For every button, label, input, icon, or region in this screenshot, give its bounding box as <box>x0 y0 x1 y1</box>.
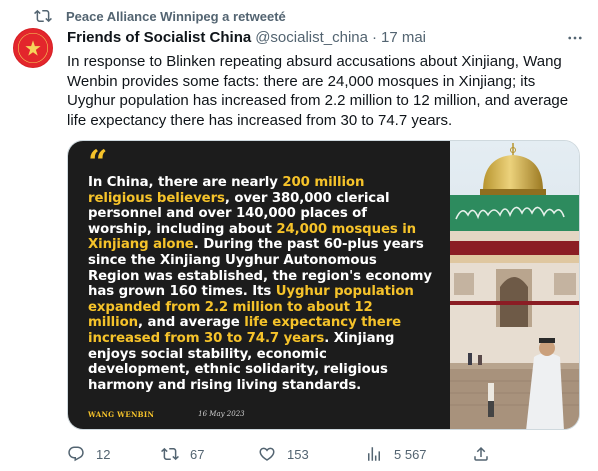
share-icon <box>474 446 488 461</box>
like-count: 153 <box>287 446 309 462</box>
retweet-icon <box>161 447 179 461</box>
retweet-indicator[interactable]: Peace Alliance Winnipeg a retweeté <box>34 7 286 25</box>
quote-card-footer: WANG WENBIN 16 May 2023 <box>88 410 245 419</box>
quote-text-segment: , and average <box>138 315 245 331</box>
quote-author: WANG WENBIN <box>88 410 155 419</box>
quote-card-text: In China, there are nearly 200 million r… <box>88 175 432 393</box>
socialist-china-logo <box>14 29 52 67</box>
quote-text-segment: In China, there are nearly <box>88 175 283 190</box>
reply-button[interactable]: 12 <box>67 445 110 463</box>
views-button[interactable]: 5 567 <box>365 445 427 463</box>
tweet-text: In response to Blinken repeating absurd … <box>67 53 569 129</box>
tweet-media[interactable]: “ In China, there are nearly 200 million… <box>67 140 580 430</box>
reply-icon <box>68 446 84 462</box>
retweet-count: 67 <box>190 446 205 462</box>
share-button[interactable] <box>472 445 490 463</box>
retweet-icon <box>34 9 52 23</box>
quote-card: “ In China, there are nearly 200 million… <box>68 141 450 429</box>
heart-icon <box>259 447 275 461</box>
user-handle[interactable]: @socialist_china <box>255 29 368 46</box>
quote-date: 16 May 2023 <box>198 410 245 418</box>
reply-count: 12 <box>96 446 111 462</box>
display-name[interactable]: Friends of Socialist China <box>67 29 251 46</box>
retweet-text: Peace Alliance Winnipeg a retweeté <box>66 8 286 24</box>
more-options-button[interactable] <box>565 28 585 48</box>
tweet-actions: 12 67 153 5 567 <box>67 442 587 466</box>
views-icon <box>368 447 380 461</box>
more-icon <box>568 36 582 40</box>
tweet-header: Friends of Socialist China @socialist_ch… <box>67 29 426 46</box>
tweet-timestamp[interactable]: 17 mai <box>381 29 426 46</box>
quote-mark: “ <box>88 143 108 183</box>
like-button[interactable]: 153 <box>258 445 309 463</box>
mosque-illustration <box>450 141 579 429</box>
mosque-photo <box>450 141 579 429</box>
view-count: 5 567 <box>394 446 427 462</box>
retweet-button[interactable]: 67 <box>161 445 204 463</box>
avatar[interactable] <box>13 28 53 68</box>
separator-dot: · <box>371 29 377 46</box>
